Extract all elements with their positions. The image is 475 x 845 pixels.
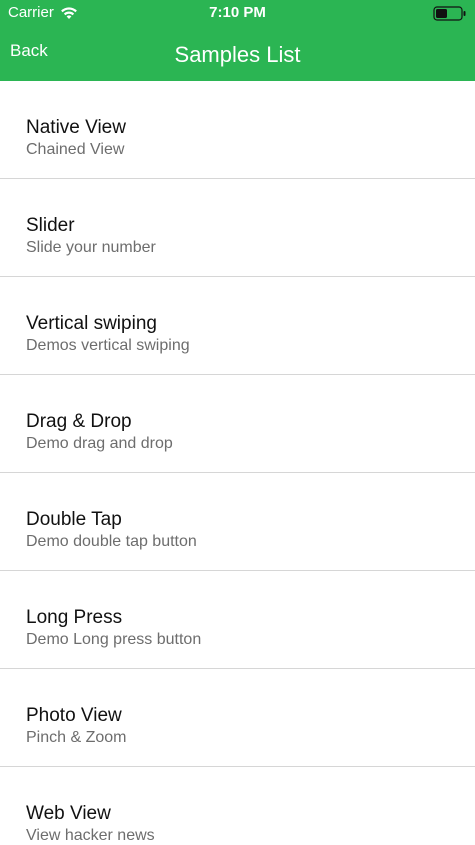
list-item-title: Photo View — [26, 705, 122, 726]
list-item-subtitle: Demo drag and drop — [26, 435, 173, 452]
list-item-drag-drop[interactable]: Drag & Drop Demo drag and drop — [0, 375, 475, 473]
samples-list: Native View Chained View Slider Slide yo… — [0, 81, 475, 845]
list-item-web-view[interactable]: Web View View hacker news — [0, 767, 475, 845]
list-item-subtitle: Pinch & Zoom — [26, 729, 127, 746]
list-item-vertical-swiping[interactable]: Vertical swiping Demos vertical swiping — [0, 277, 475, 375]
list-item-long-press[interactable]: Long Press Demo Long press button — [0, 571, 475, 669]
list-item-title: Slider — [26, 215, 75, 236]
list-item-double-tap[interactable]: Double Tap Demo double tap button — [0, 473, 475, 571]
list-item-native-view[interactable]: Native View Chained View — [0, 81, 475, 179]
list-item-title: Web View — [26, 803, 111, 824]
battery-icon — [433, 6, 466, 21]
list-item-subtitle: Demo Long press button — [26, 631, 202, 648]
list-item-slider[interactable]: Slider Slide your number — [0, 179, 475, 277]
list-item-title: Double Tap — [26, 509, 122, 530]
list-item-subtitle: Demos vertical swiping — [26, 337, 190, 354]
list-item-photo-view[interactable]: Photo View Pinch & Zoom — [0, 669, 475, 767]
list-item-subtitle: Slide your number — [26, 239, 156, 256]
list-item-title: Native View — [26, 117, 126, 138]
status-time: 7:10 PM — [209, 4, 266, 21]
list-item-subtitle: Chained View — [26, 141, 125, 158]
page-title: Samples List — [174, 42, 301, 67]
list-item-subtitle: Demo double tap button — [26, 533, 197, 550]
status-bar: Carrier 7:10 PM — [0, 0, 475, 28]
navigation-header: Carrier 7:10 PM Back Samples List — [0, 0, 475, 81]
list-item-subtitle: View hacker news — [26, 827, 155, 844]
list-item-title: Vertical swiping — [26, 313, 157, 334]
list-item-title: Drag & Drop — [26, 411, 132, 432]
list-item-title: Long Press — [26, 607, 123, 628]
